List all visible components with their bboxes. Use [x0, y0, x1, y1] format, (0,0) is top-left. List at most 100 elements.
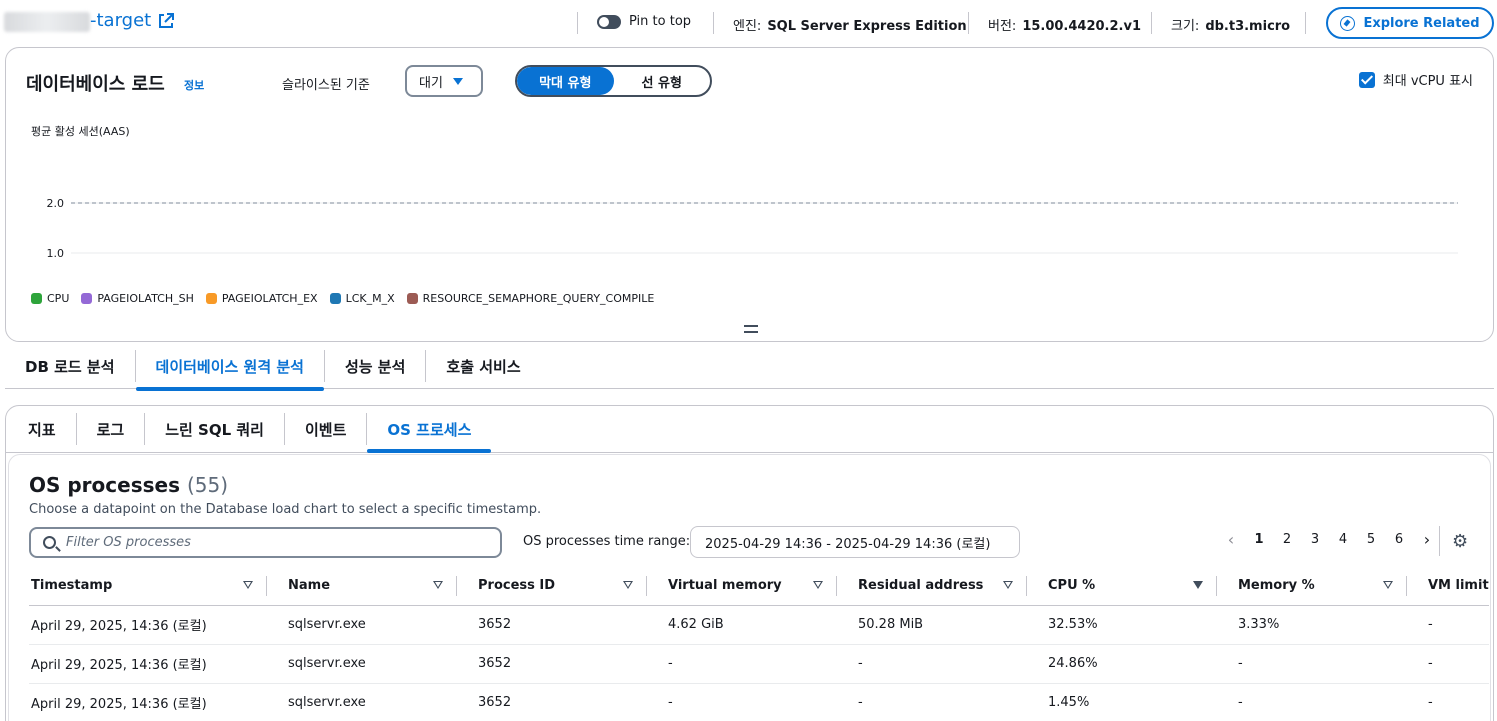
legend-item[interactable]: CPU [31, 292, 69, 305]
explore-related-button[interactable]: Explore Related [1326, 7, 1494, 39]
table-cell: - [1407, 605, 1489, 645]
chart-type-segmented-control[interactable]: 막대 유형 선 유형 [515, 65, 712, 97]
divider [713, 12, 714, 34]
sort-icon [623, 581, 633, 589]
legend-item[interactable]: LCK_M_X [329, 292, 395, 305]
compass-icon [1340, 15, 1356, 31]
tab-events[interactable]: 이벤트 [283, 413, 366, 445]
sort-icon [433, 581, 443, 589]
sliced-by-value: 대기 [419, 75, 443, 91]
legend-swatch [329, 293, 341, 304]
segment-bar[interactable]: 막대 유형 [517, 67, 614, 95]
legend-swatch [81, 293, 93, 304]
size-value: db.t3.micro [1205, 19, 1291, 34]
table-cell: 4.62 GiB [647, 605, 837, 645]
table-cell: 32.53% [1027, 605, 1217, 645]
divider [968, 12, 969, 34]
explore-label: Explore Related [1363, 15, 1480, 31]
y-tick-label: 1.0 [47, 247, 65, 260]
col-name[interactable]: Name [267, 566, 457, 606]
page-5[interactable]: 5 [1357, 532, 1385, 547]
time-range-field[interactable]: 2025-04-29 14:36 - 2025-04-29 14:36 (로컬) [690, 526, 1020, 558]
table-cell: sqlservr.exe [267, 683, 457, 721]
legend-swatch [31, 293, 42, 304]
database-load-panel: 데이터베이스 로드 정보 슬라이스된 기준 대기 막대 유형 선 유형 최대 v… [5, 47, 1494, 342]
toggle-switch[interactable] [597, 14, 621, 29]
divider [577, 12, 578, 34]
panel-title: 데이터베이스 로드 [26, 74, 165, 95]
resize-handle[interactable] [744, 325, 758, 333]
table-cell: 50.28 MiB [837, 605, 1027, 645]
col-timestamp[interactable]: Timestamp [29, 566, 267, 606]
db-name-text[interactable]: -target [90, 10, 151, 31]
table-row[interactable]: April 29, 2025, 14:36 (로컬) sqlservr.exe 36… [29, 644, 1489, 684]
table-cell: - [837, 683, 1027, 721]
table-cell: - [1217, 683, 1407, 721]
caret-down-icon [452, 77, 463, 85]
y-tick-label: 2.0 [47, 197, 65, 210]
legend-label: CPU [47, 292, 70, 305]
info-link[interactable]: 정보 [184, 77, 204, 93]
col-cpu-percent[interactable]: CPU % [1027, 566, 1217, 606]
redacted-db-name [4, 12, 90, 32]
col-process-id[interactable]: Process ID [457, 566, 647, 606]
legend-swatch [205, 293, 217, 304]
size-meta: 크기: db.t3.micro [1171, 19, 1291, 34]
pin-to-top-toggle[interactable]: Pin to top [597, 14, 691, 29]
chevron-right-icon[interactable]: › [1413, 530, 1441, 549]
filter-placeholder: Filter OS processes [66, 535, 191, 550]
tab-slow-sql[interactable]: 느린 SQL 쿼리 [144, 413, 284, 445]
version-meta: 버전: 15.00.4420.2.v1 [988, 19, 1141, 34]
tab-database-telemetry[interactable]: 데이터베이스 원격 분석 [134, 350, 325, 391]
table-cell: April 29, 2025, 14:36 (로컬) [29, 605, 267, 645]
top-bar: -target Pin to top 엔진: SQL Server Express… [0, 0, 1497, 46]
sort-desc-icon [1193, 581, 1203, 589]
table-row[interactable]: April 29, 2025, 14:36 (로컬) sqlservr.exe 36… [29, 683, 1489, 721]
page-6[interactable]: 6 [1385, 532, 1413, 547]
time-range-value: 2025-04-29 14:36 - 2025-04-29 14:36 (로컬) [705, 536, 991, 552]
filter-os-processes-input[interactable]: Filter OS processes [29, 527, 502, 558]
sliced-by-select[interactable]: 대기 [405, 65, 483, 97]
page-4[interactable]: 4 [1329, 532, 1357, 547]
table-row[interactable]: April 29, 2025, 14:36 (로컬) sqlservr.exe 36… [29, 605, 1489, 645]
page-1[interactable]: 1 [1245, 532, 1273, 547]
max-vcpu-label: 최대 vCPU 표시 [1382, 74, 1473, 89]
telemetry-panel: 지표 로그 느린 SQL 쿼리 이벤트 OS 프로세스 OS processes… [5, 405, 1494, 721]
main-tabs: DB 로드 분석 데이터베이스 원격 분석 성능 분석 호출 서비스 [5, 344, 1494, 391]
pagination: ‹ 1 2 3 4 5 6 › [1217, 530, 1441, 549]
divider [1151, 12, 1152, 34]
sort-icon [813, 581, 823, 589]
chart-legend: CPU PAGEIOLATCH_SH PAGEIOLATCH_EX LCK_M_X RE… [31, 292, 654, 305]
legend-item[interactable]: RESOURCE_SEMAPHORE_QUERY_COMPILE [406, 292, 654, 305]
tab-db-load-analysis[interactable]: DB 로드 분석 [5, 350, 135, 382]
tab-performance-analysis[interactable]: 성능 분석 [323, 350, 425, 382]
tab-calling-services[interactable]: 호출 서비스 [425, 350, 540, 382]
table-cell: 3.33% [1217, 605, 1407, 645]
chevron-left-icon[interactable]: ‹ [1217, 530, 1245, 549]
sort-icon [1383, 581, 1393, 589]
max-vcpu-checkbox[interactable]: 최대 vCPU 표시 [1358, 70, 1473, 89]
legend-label: PAGEIOLATCH_SH [97, 292, 194, 305]
page-3[interactable]: 3 [1301, 532, 1329, 547]
database-load-chart[interactable]: 2.01.00 Apr 2911:30Apr 2911:35Apr 2911:4… [6, 143, 1493, 291]
tab-metrics[interactable]: 지표 [8, 413, 76, 445]
sliced-by-label: 슬라이스된 기준 [282, 78, 370, 93]
col-virtual-memory[interactable]: Virtual memory [647, 566, 837, 606]
page-2[interactable]: 2 [1273, 532, 1301, 547]
col-residual-address[interactable]: Residual address [837, 566, 1027, 606]
col-vm-limit[interactable]: VM limit [1407, 566, 1489, 606]
legend-item[interactable]: PAGEIOLATCH_EX [205, 292, 318, 305]
legend-swatch [406, 293, 418, 304]
col-memory-percent[interactable]: Memory % [1217, 566, 1407, 606]
tab-os-processes[interactable]: OS 프로세스 [366, 413, 492, 453]
table-cell: sqlservr.exe [267, 605, 457, 645]
gear-icon[interactable]: ⚙ [1452, 531, 1468, 552]
table-cell: April 29, 2025, 14:36 (로컬) [29, 644, 267, 684]
pin-label: Pin to top [629, 14, 692, 29]
legend-item[interactable]: PAGEIOLATCH_SH [81, 292, 194, 305]
db-name-link[interactable]: -target [90, 10, 175, 31]
tab-logs[interactable]: 로그 [75, 413, 145, 445]
segment-line[interactable]: 선 유형 [614, 67, 711, 95]
table-cell: - [1407, 683, 1489, 721]
checkbox-checked-icon[interactable] [1358, 71, 1375, 88]
